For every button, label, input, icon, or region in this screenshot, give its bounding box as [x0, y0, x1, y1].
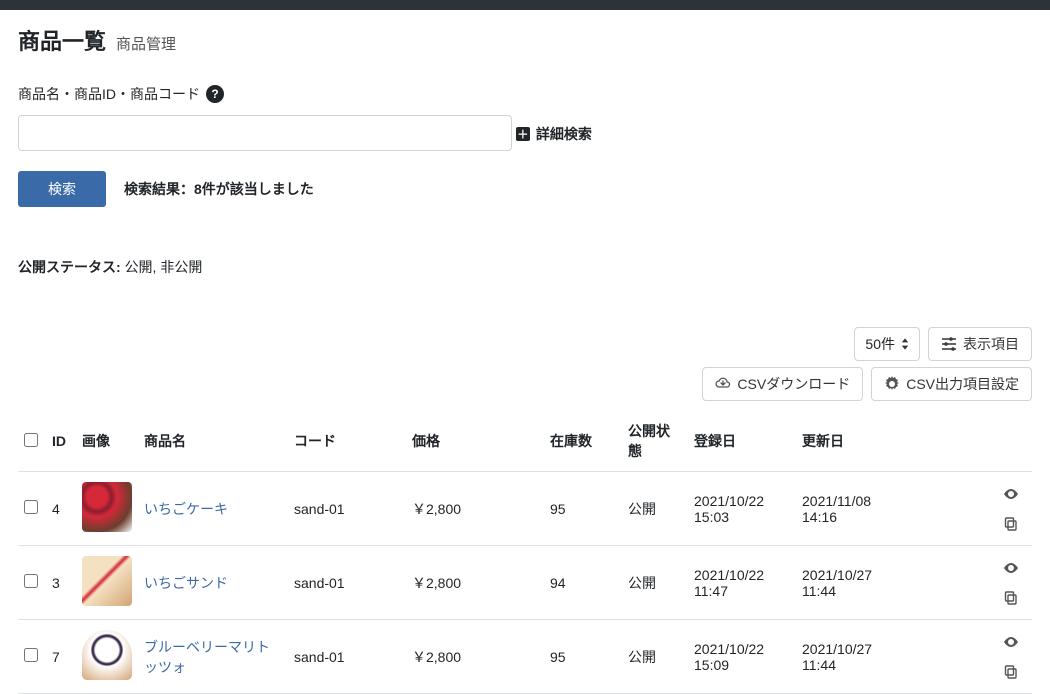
row-code: sand-01 [288, 620, 406, 694]
row-public: 公開 [622, 620, 688, 694]
toolbar-row-1: 50件 表示項目 [18, 327, 1032, 361]
product-name-link[interactable]: いちごケーキ [144, 501, 228, 517]
th-price: 価格 [406, 411, 544, 472]
search-input[interactable] [18, 115, 512, 151]
help-icon[interactable]: ? [206, 85, 224, 103]
eye-icon[interactable] [996, 483, 1026, 505]
th-stock: 在庫数 [544, 411, 622, 472]
csv-settings-label: CSV出力項目設定 [906, 374, 1019, 394]
advanced-search-label: 詳細検索 [536, 124, 592, 144]
row-code: sand-01 [288, 472, 406, 546]
plus-icon: ＋ [516, 127, 530, 141]
row-stock: 95 [544, 472, 622, 546]
select-all-checkbox[interactable] [24, 433, 38, 447]
product-name-link[interactable]: ブルーベリーマリトッツォ [144, 639, 270, 675]
advanced-search-toggle[interactable]: ＋ 詳細検索 [516, 124, 592, 144]
th-image: 画像 [76, 411, 138, 472]
csv-download-button[interactable]: CSVダウンロード [702, 367, 863, 401]
toolbar: 50件 表示項目 CSVダウンロード CSV出力項目設定 [0, 277, 1050, 401]
row-price: ￥2,800 [406, 546, 544, 620]
search-area: 商品名・商品ID・商品コード ? ＋ 詳細検索 検索 検索結果：8件が該当しまし… [0, 66, 1050, 207]
product-thumbnail[interactable] [82, 630, 132, 680]
search-result-text: 検索結果：8件が該当しました [124, 179, 314, 199]
row-id: 7 [46, 620, 76, 694]
row-public: 公開 [622, 472, 688, 546]
page-header: 商品一覧 商品管理 [0, 10, 1050, 66]
sliders-icon [941, 336, 957, 352]
row-created: 2021/10/2211:47 [688, 546, 796, 620]
th-name: 商品名 [138, 411, 288, 472]
th-created: 登録日 [688, 411, 796, 472]
csv-settings-button[interactable]: CSV出力項目設定 [871, 367, 1032, 401]
th-public: 公開状態 [622, 411, 688, 472]
gear-icon [884, 376, 900, 392]
copy-icon[interactable] [996, 513, 1026, 535]
table-row: 4 いちごケーキ sand-01￥2,80095公開2021/10/2215:032… [18, 472, 1032, 546]
row-stock: 94 [544, 546, 622, 620]
th-code: コード [288, 411, 406, 472]
row-public: 公開 [622, 546, 688, 620]
copy-icon[interactable] [996, 587, 1026, 609]
row-id: 4 [46, 472, 76, 546]
search-label-row: 商品名・商品ID・商品コード ? [18, 84, 1032, 104]
row-created: 2021/10/2215:03 [688, 472, 796, 546]
toolbar-row-2: CSVダウンロード CSV出力項目設定 [18, 367, 1032, 401]
eye-icon[interactable] [996, 631, 1026, 653]
page-title: 商品一覧 [18, 24, 106, 56]
eye-icon[interactable] [996, 557, 1026, 579]
public-status-line: 公開ステータス: 公開, 非公開 [0, 207, 1050, 277]
row-checkbox[interactable] [24, 574, 38, 588]
search-action-row: 検索 検索結果：8件が該当しました [18, 171, 1032, 207]
product-table: ID 画像 商品名 コード 価格 在庫数 公開状態 登録日 更新日 4 いちごケー… [18, 411, 1032, 694]
table-row: 7 ブルーベリーマリトッツォ sand-01￥2,80095公開2021/10/22… [18, 620, 1032, 694]
row-code: sand-01 [288, 546, 406, 620]
row-updated: 2021/10/2711:44 [796, 546, 904, 620]
public-status-label: 公開ステータス: [18, 259, 121, 275]
copy-icon[interactable] [996, 661, 1026, 683]
row-updated: 2021/11/0814:16 [796, 472, 904, 546]
table-row: 3 いちごサンド sand-01￥2,80094公開2021/10/2211:472… [18, 546, 1032, 620]
th-id: ID [46, 411, 76, 472]
row-price: ￥2,800 [406, 472, 544, 546]
csv-download-label: CSVダウンロード [737, 374, 850, 394]
public-status-value: 公開, 非公開 [125, 259, 203, 275]
cloud-download-icon [715, 376, 731, 392]
columns-label: 表示項目 [963, 334, 1019, 354]
page-subtitle: 商品管理 [116, 33, 176, 54]
th-updated: 更新日 [796, 411, 904, 472]
search-button[interactable]: 検索 [18, 171, 106, 207]
top-bar [0, 0, 1050, 10]
product-thumbnail[interactable] [82, 482, 132, 532]
columns-button[interactable]: 表示項目 [928, 327, 1032, 361]
row-price: ￥2,800 [406, 620, 544, 694]
per-page-select[interactable]: 50件 [854, 327, 920, 361]
row-id: 3 [46, 546, 76, 620]
row-checkbox[interactable] [24, 648, 38, 662]
table-header-row: ID 画像 商品名 コード 価格 在庫数 公開状態 登録日 更新日 [18, 411, 1032, 472]
th-actions [904, 411, 1032, 472]
row-updated: 2021/10/2711:44 [796, 620, 904, 694]
search-label: 商品名・商品ID・商品コード [18, 84, 200, 104]
per-page-value: 50件 [865, 334, 895, 354]
sort-icon [901, 338, 909, 350]
row-checkbox[interactable] [24, 500, 38, 514]
product-thumbnail[interactable] [82, 556, 132, 606]
row-created: 2021/10/2215:09 [688, 620, 796, 694]
row-stock: 95 [544, 620, 622, 694]
product-name-link[interactable]: いちごサンド [144, 575, 228, 591]
